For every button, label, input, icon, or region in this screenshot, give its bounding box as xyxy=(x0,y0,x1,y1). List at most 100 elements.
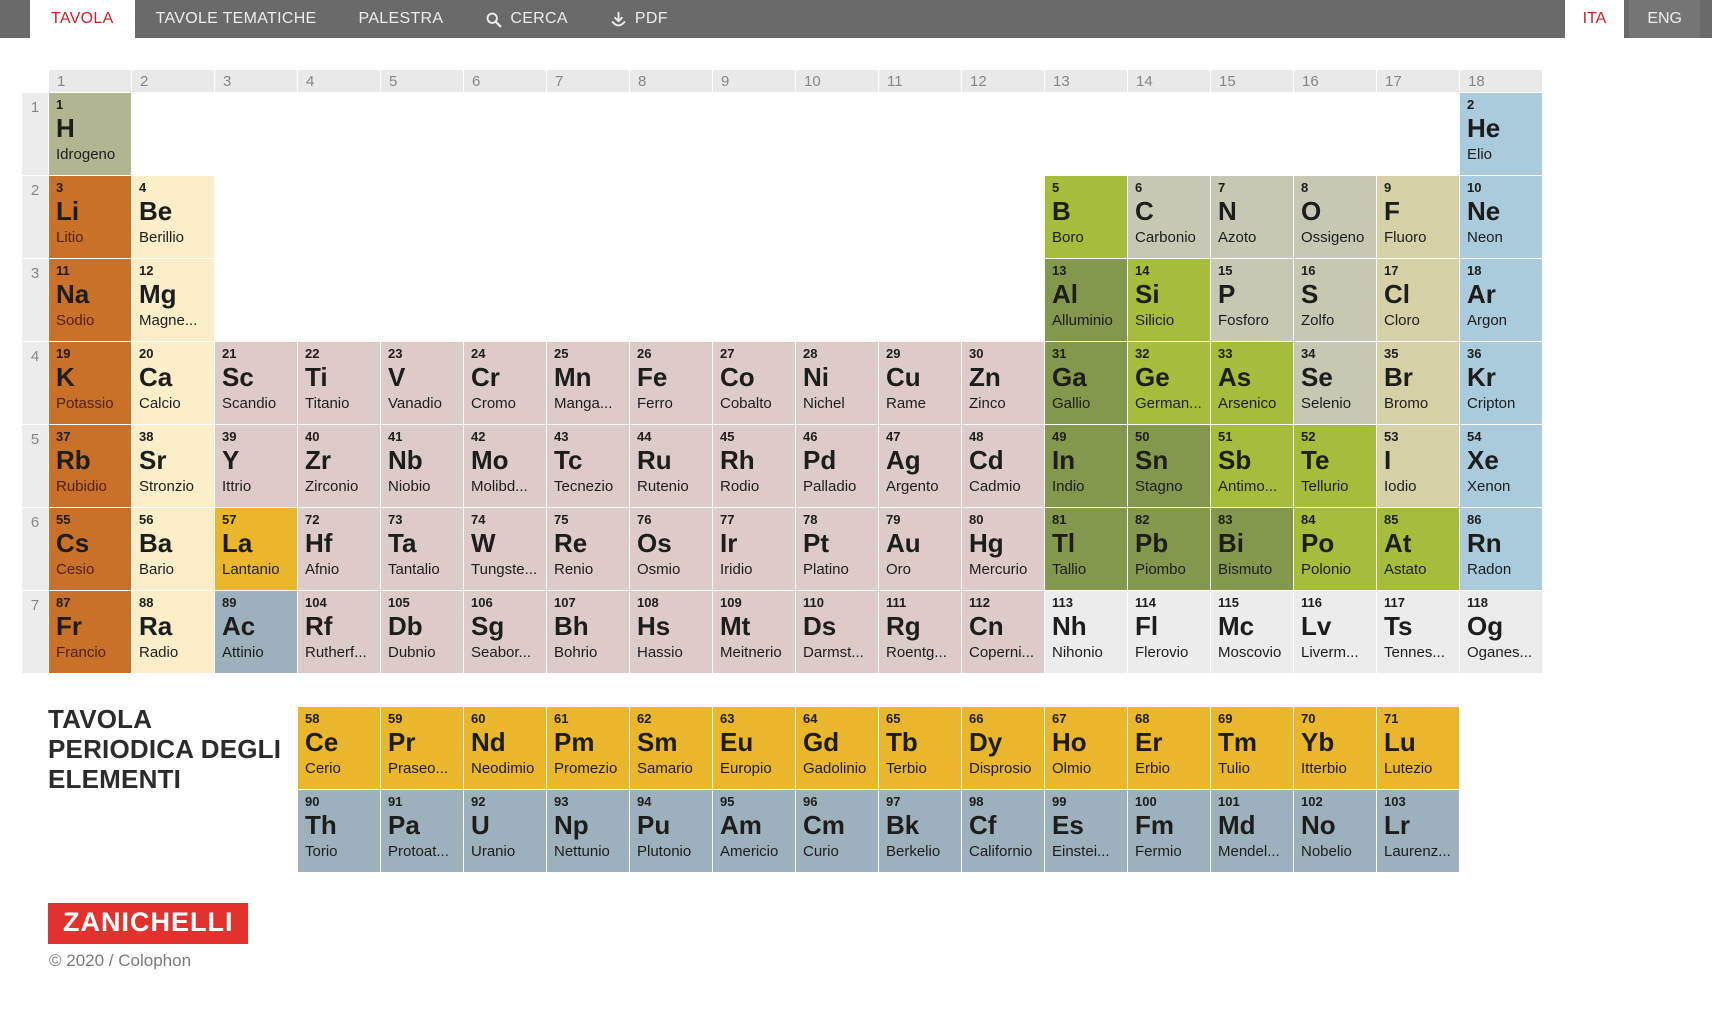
element-S[interactable]: 16 S Zolfo xyxy=(1294,259,1376,341)
element-Sb[interactable]: 51 Sb Antimo... xyxy=(1211,425,1293,507)
element-Hf[interactable]: 72 Hf Afnio xyxy=(298,508,380,590)
element-Pd[interactable]: 46 Pd Palladio xyxy=(796,425,878,507)
element-Yb[interactable]: 70 Yb Itterbio xyxy=(1294,707,1376,789)
element-Cl[interactable]: 17 Cl Cloro xyxy=(1377,259,1459,341)
element-Ac[interactable]: 89 Ac Attinio xyxy=(215,591,297,673)
element-Pr[interactable]: 59 Pr Praseo... xyxy=(381,707,463,789)
element-Er[interactable]: 68 Er Erbio xyxy=(1128,707,1210,789)
element-Na[interactable]: 11 Na Sodio xyxy=(49,259,131,341)
nav-tab-palestra[interactable]: PALESTRA xyxy=(338,0,465,38)
element-Bh[interactable]: 107 Bh Bohrio xyxy=(547,591,629,673)
element-Mo[interactable]: 42 Mo Molibd... xyxy=(464,425,546,507)
element-Og[interactable]: 118 Og Oganes... xyxy=(1460,591,1542,673)
element-Ag[interactable]: 47 Ag Argento xyxy=(879,425,961,507)
element-O[interactable]: 8 O Ossigeno xyxy=(1294,176,1376,258)
element-Cd[interactable]: 48 Cd Cadmio xyxy=(962,425,1044,507)
element-Tc[interactable]: 43 Tc Tecnezio xyxy=(547,425,629,507)
pdf-download-button[interactable]: PDF xyxy=(589,0,689,38)
element-Fl[interactable]: 114 Fl Flerovio xyxy=(1128,591,1210,673)
element-N[interactable]: 7 N Azoto xyxy=(1211,176,1293,258)
element-Cm[interactable]: 96 Cm Curio xyxy=(796,790,878,872)
element-Rf[interactable]: 104 Rf Rutherf... xyxy=(298,591,380,673)
element-Hs[interactable]: 108 Hs Hassio xyxy=(630,591,712,673)
element-As[interactable]: 33 As Arsenico xyxy=(1211,342,1293,424)
element-Tb[interactable]: 65 Tb Terbio xyxy=(879,707,961,789)
element-Li[interactable]: 3 Li Litio xyxy=(49,176,131,258)
element-C[interactable]: 6 C Carbonio xyxy=(1128,176,1210,258)
element-Am[interactable]: 95 Am Americio xyxy=(713,790,795,872)
copyright-colophon-link[interactable]: © 2020 / Colophon xyxy=(49,951,191,971)
element-Fm[interactable]: 100 Fm Fermio xyxy=(1128,790,1210,872)
element-Al[interactable]: 13 Al Alluminio xyxy=(1045,259,1127,341)
element-P[interactable]: 15 P Fosforo xyxy=(1211,259,1293,341)
element-Md[interactable]: 101 Md Mendel... xyxy=(1211,790,1293,872)
element-H[interactable]: 1 H Idrogeno xyxy=(49,93,131,175)
element-Bk[interactable]: 97 Bk Berkelio xyxy=(879,790,961,872)
element-Be[interactable]: 4 Be Berillio xyxy=(132,176,214,258)
element-F[interactable]: 9 F Fluoro xyxy=(1377,176,1459,258)
element-Ge[interactable]: 32 Ge German... xyxy=(1128,342,1210,424)
lang-tab-eng[interactable]: ENG xyxy=(1629,0,1700,38)
element-Sn[interactable]: 50 Sn Stagno xyxy=(1128,425,1210,507)
element-Th[interactable]: 90 Th Torio xyxy=(298,790,380,872)
element-Tl[interactable]: 81 Tl Tallio xyxy=(1045,508,1127,590)
element-Mn[interactable]: 25 Mn Manga... xyxy=(547,342,629,424)
element-Ts[interactable]: 117 Ts Tennes... xyxy=(1377,591,1459,673)
element-Fr[interactable]: 87 Fr Francio xyxy=(49,591,131,673)
element-Sg[interactable]: 106 Sg Seabor... xyxy=(464,591,546,673)
nav-tab-tavola[interactable]: TAVOLA xyxy=(30,0,135,38)
element-B[interactable]: 5 B Boro xyxy=(1045,176,1127,258)
element-Sc[interactable]: 21 Sc Scandio xyxy=(215,342,297,424)
element-Zr[interactable]: 40 Zr Zirconio xyxy=(298,425,380,507)
element-Os[interactable]: 76 Os Osmio xyxy=(630,508,712,590)
element-Po[interactable]: 84 Po Polonio xyxy=(1294,508,1376,590)
element-Pt[interactable]: 78 Pt Platino xyxy=(796,508,878,590)
element-Xe[interactable]: 54 Xe Xenon xyxy=(1460,425,1542,507)
element-Lr[interactable]: 103 Lr Laurenz... xyxy=(1377,790,1459,872)
element-La[interactable]: 57 La Lantanio xyxy=(215,508,297,590)
element-K[interactable]: 19 K Potassio xyxy=(49,342,131,424)
element-Cr[interactable]: 24 Cr Cromo xyxy=(464,342,546,424)
nav-tab-tavole-tematiche[interactable]: TAVOLE TEMATICHE xyxy=(135,0,338,38)
element-Nh[interactable]: 113 Nh Nihonio xyxy=(1045,591,1127,673)
element-Gd[interactable]: 64 Gd Gadolinio xyxy=(796,707,878,789)
element-Ti[interactable]: 22 Ti Titanio xyxy=(298,342,380,424)
element-Es[interactable]: 99 Es Einstei... xyxy=(1045,790,1127,872)
element-Tm[interactable]: 69 Tm Tulio xyxy=(1211,707,1293,789)
element-Mt[interactable]: 109 Mt Meitnerio xyxy=(713,591,795,673)
element-Cf[interactable]: 98 Cf Californio xyxy=(962,790,1044,872)
element-Ba[interactable]: 56 Ba Bario xyxy=(132,508,214,590)
element-Sr[interactable]: 38 Sr Stronzio xyxy=(132,425,214,507)
element-V[interactable]: 23 V Vanadio xyxy=(381,342,463,424)
element-Cs[interactable]: 55 Cs Cesio xyxy=(49,508,131,590)
element-Lv[interactable]: 116 Lv Liverm... xyxy=(1294,591,1376,673)
element-Pm[interactable]: 61 Pm Promezio xyxy=(547,707,629,789)
lang-tab-ita[interactable]: ITA xyxy=(1564,0,1625,38)
element-Ca[interactable]: 20 Ca Calcio xyxy=(132,342,214,424)
element-Lu[interactable]: 71 Lu Lutezio xyxy=(1377,707,1459,789)
element-He[interactable]: 2 He Elio xyxy=(1460,93,1542,175)
element-Eu[interactable]: 63 Eu Europio xyxy=(713,707,795,789)
element-Ni[interactable]: 28 Ni Nichel xyxy=(796,342,878,424)
element-Ru[interactable]: 44 Ru Rutenio xyxy=(630,425,712,507)
element-Re[interactable]: 75 Re Renio xyxy=(547,508,629,590)
element-U[interactable]: 92 U Uranio xyxy=(464,790,546,872)
element-Pu[interactable]: 94 Pu Plutonio xyxy=(630,790,712,872)
element-Sm[interactable]: 62 Sm Samario xyxy=(630,707,712,789)
element-Co[interactable]: 27 Co Cobalto xyxy=(713,342,795,424)
element-Cn[interactable]: 112 Cn Coperni... xyxy=(962,591,1044,673)
element-Ra[interactable]: 88 Ra Radio xyxy=(132,591,214,673)
element-I[interactable]: 53 I Iodio xyxy=(1377,425,1459,507)
element-Ne[interactable]: 10 Ne Neon xyxy=(1460,176,1542,258)
element-Rh[interactable]: 45 Rh Rodio xyxy=(713,425,795,507)
element-At[interactable]: 85 At Astato xyxy=(1377,508,1459,590)
search-button[interactable]: CERCA xyxy=(464,0,589,38)
element-Pa[interactable]: 91 Pa Protoat... xyxy=(381,790,463,872)
element-Br[interactable]: 35 Br Bromo xyxy=(1377,342,1459,424)
element-Mg[interactable]: 12 Mg Magne... xyxy=(132,259,214,341)
element-Nb[interactable]: 41 Nb Niobio xyxy=(381,425,463,507)
element-Ta[interactable]: 73 Ta Tantalio xyxy=(381,508,463,590)
element-Db[interactable]: 105 Db Dubnio xyxy=(381,591,463,673)
element-Ar[interactable]: 18 Ar Argon xyxy=(1460,259,1542,341)
element-Rn[interactable]: 86 Rn Radon xyxy=(1460,508,1542,590)
